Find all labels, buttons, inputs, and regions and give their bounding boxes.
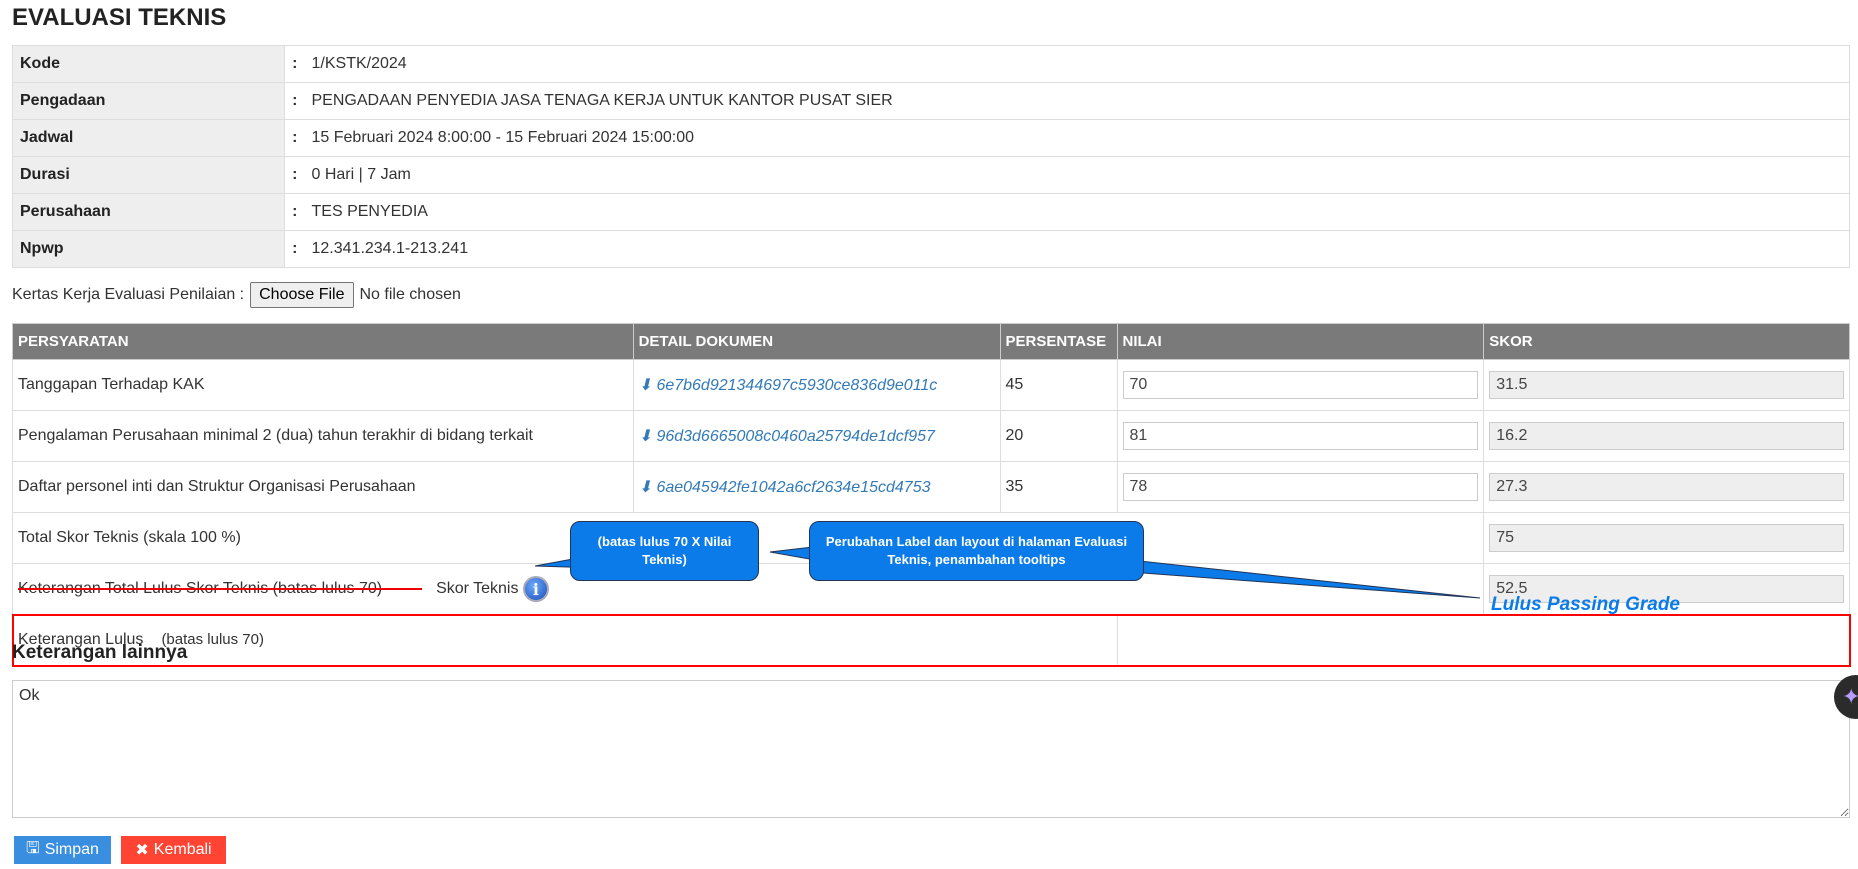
back-label: Kembali [153, 841, 212, 858]
callout-two: Perubahan Label dan layout di halaman Ev… [809, 521, 1144, 581]
other-notes-heading: Keterangan lainnya [12, 642, 188, 663]
save-icon: 🖫 [26, 839, 40, 857]
other-notes-textarea[interactable]: Ok [12, 680, 1850, 818]
back-button[interactable]: ✖ Kembali [121, 836, 226, 864]
save-button[interactable]: 🖫 Simpan [14, 836, 111, 864]
callout-two-tail-b [1129, 559, 1481, 599]
lulus-result: Lulus Passing Grade [1491, 594, 1680, 615]
close-icon: ✖ [135, 842, 149, 859]
save-label: Simpan [44, 841, 99, 858]
callout-one: (batas lulus 70 X Nilai Teknis) [570, 521, 759, 581]
